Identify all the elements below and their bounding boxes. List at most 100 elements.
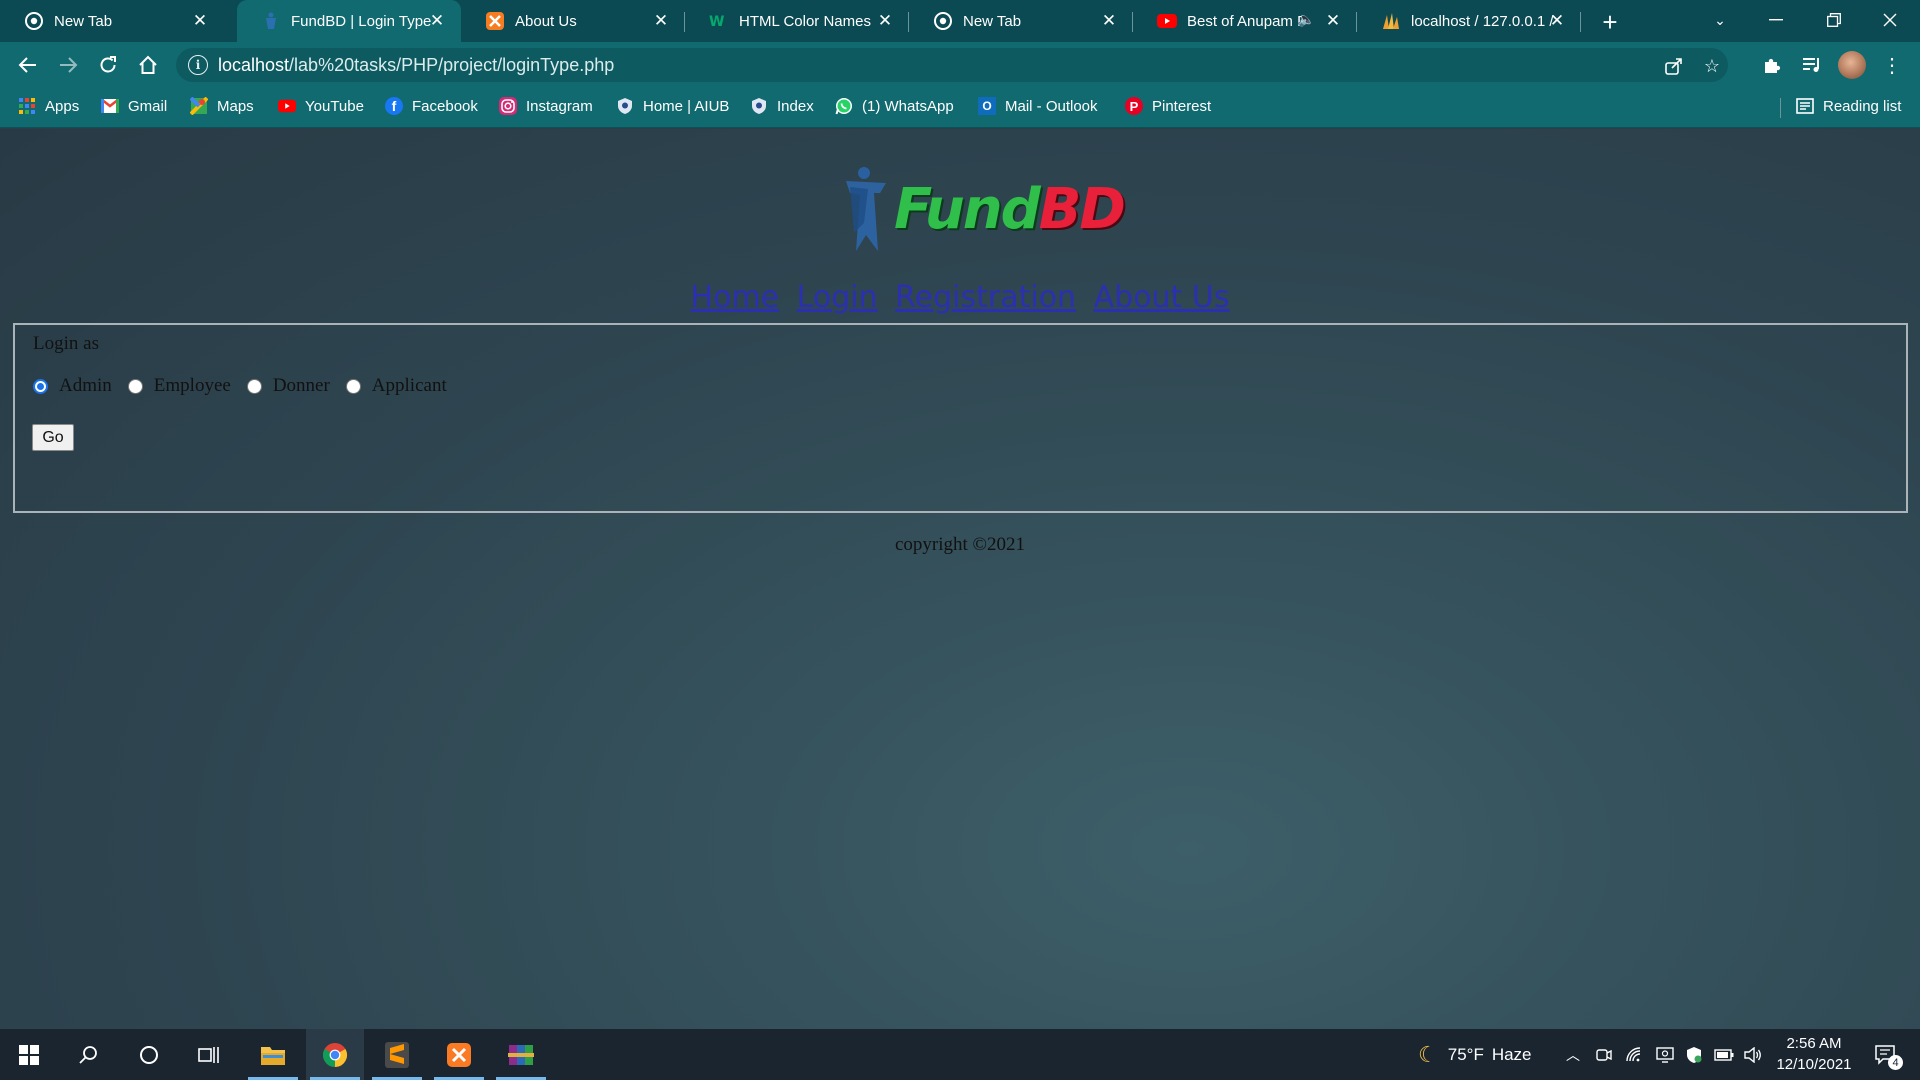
nav-link-login[interactable]: Login xyxy=(797,280,878,315)
login-role-options: Admin Employee Donner Applicant xyxy=(33,375,463,397)
page-viewport: FundBD Home Login Registration About Us … xyxy=(0,129,1920,1029)
tab-new-tab-1[interactable]: New Tab ✕ xyxy=(0,0,224,42)
address-url[interactable]: localhost/lab%20tasks/PHP/project/loginT… xyxy=(218,55,614,76)
display-settings-icon[interactable] xyxy=(1656,1029,1674,1080)
bookmark-facebook[interactable]: f Facebook xyxy=(385,88,478,124)
extensions-puzzle-icon[interactable] xyxy=(1758,51,1786,79)
weather-temp: 75°F xyxy=(1447,1044,1484,1064)
tab-title: localhost / 127.0.0.1 / xyxy=(1411,12,1554,30)
radio-employee[interactable] xyxy=(127,378,143,394)
chrome-taskbar-icon[interactable] xyxy=(306,1029,364,1080)
close-tab-icon[interactable]: ✕ xyxy=(651,11,671,31)
bookmarks-bar: Apps Gmail Maps YouTube f Facebook Insta… xyxy=(0,88,1920,128)
search-icon[interactable] xyxy=(60,1029,118,1080)
weather-condition: Haze xyxy=(1491,1044,1532,1064)
reading-list-label: Reading list xyxy=(1823,97,1902,115)
bookmark-pinterest[interactable]: P Pinterest xyxy=(1125,88,1211,124)
wifi-icon[interactable] xyxy=(1626,1029,1644,1080)
kebab-menu-icon[interactable]: ⋮ xyxy=(1878,51,1906,79)
windows-taskbar: ☾ 75°F Haze ︿ 2:56 AM 12/10/2021 4 xyxy=(0,1029,1920,1080)
bookmark-index[interactable]: Index xyxy=(750,88,814,124)
volume-icon[interactable] xyxy=(1744,1029,1762,1080)
new-tab-button[interactable]: + xyxy=(1596,7,1624,37)
tab-separator xyxy=(1580,12,1581,32)
reading-list-icon xyxy=(1796,97,1814,115)
windows-start-icon[interactable] xyxy=(0,1029,58,1080)
task-view-icon[interactable] xyxy=(180,1029,238,1080)
radio-label-donner[interactable]: Donner xyxy=(273,375,330,397)
sublime-text-icon[interactable] xyxy=(368,1029,426,1080)
radio-applicant[interactable] xyxy=(345,378,361,394)
xampp-taskbar-icon[interactable] xyxy=(430,1029,488,1080)
bookmark-label: Index xyxy=(777,97,814,115)
outlook-icon: O xyxy=(978,97,996,115)
nav-link-home[interactable]: Home xyxy=(691,280,780,315)
instagram-icon xyxy=(499,97,517,115)
close-tab-icon[interactable]: ✕ xyxy=(1547,11,1567,31)
back-arrow-icon[interactable] xyxy=(14,51,42,79)
forward-arrow-icon[interactable] xyxy=(54,51,82,79)
tab-new-tab-2[interactable]: New Tab ✕ xyxy=(909,0,1133,42)
svg-text:W: W xyxy=(709,14,724,29)
site-info-icon[interactable]: i xyxy=(188,55,208,75)
cortana-icon[interactable] xyxy=(120,1029,178,1080)
nav-link-registration[interactable]: Registration xyxy=(895,280,1076,315)
battery-icon[interactable] xyxy=(1714,1029,1734,1080)
main-navigation: Home Login Registration About Us xyxy=(0,280,1920,315)
bookmark-maps[interactable]: Maps xyxy=(190,88,254,124)
close-tab-icon[interactable]: ✕ xyxy=(427,11,447,31)
nav-link-about-us[interactable]: About Us xyxy=(1094,280,1230,315)
radio-label-admin[interactable]: Admin xyxy=(59,375,112,397)
aiub-icon xyxy=(750,97,768,115)
restore-button[interactable] xyxy=(1806,0,1862,40)
media-playlist-icon[interactable] xyxy=(1798,51,1826,79)
bookmark-gmail[interactable]: Gmail xyxy=(101,88,167,124)
close-tab-icon[interactable]: ✕ xyxy=(875,11,895,31)
bookmarks-separator xyxy=(1780,98,1781,118)
close-tab-icon[interactable]: ✕ xyxy=(1099,11,1119,31)
system-clock[interactable]: 2:56 AM 12/10/2021 xyxy=(1766,1033,1862,1075)
url-host: localhost xyxy=(218,55,290,75)
bookmark-instagram[interactable]: Instagram xyxy=(499,88,593,124)
reading-list-button[interactable]: Reading list xyxy=(1796,88,1901,124)
tab-html-color-names[interactable]: W HTML Color Names ✕ xyxy=(685,0,909,42)
close-tab-icon[interactable]: ✕ xyxy=(1323,11,1343,31)
radio-label-applicant[interactable]: Applicant xyxy=(372,375,447,397)
share-icon[interactable] xyxy=(1662,54,1686,78)
radio-donner[interactable] xyxy=(246,378,262,394)
tab-best-of-anupam[interactable]: Best of Anupam F 🔈 ✕ xyxy=(1133,0,1357,42)
tab-phpmyadmin[interactable]: localhost / 127.0.0.1 / ✕ xyxy=(1357,0,1581,42)
meet-now-icon[interactable] xyxy=(1596,1029,1612,1080)
go-button[interactable]: Go xyxy=(32,424,74,451)
logo-word-bd: BD xyxy=(1038,177,1126,242)
reload-icon[interactable] xyxy=(94,51,122,79)
bookmark-star-icon[interactable]: ☆ xyxy=(1700,54,1724,78)
tab-fundbd-login[interactable]: FundBD | Login Type ✕ xyxy=(237,0,461,42)
bookmark-apps[interactable]: Apps xyxy=(18,88,79,124)
minimize-button[interactable] xyxy=(1748,0,1804,40)
winrar-icon[interactable] xyxy=(492,1029,550,1080)
close-window-button[interactable] xyxy=(1862,0,1918,40)
bookmark-whatsapp[interactable]: (1) WhatsApp xyxy=(835,88,954,124)
radio-admin[interactable] xyxy=(33,378,48,394)
windows-security-shield-icon[interactable] xyxy=(1686,1029,1702,1080)
bookmark-label: Maps xyxy=(217,97,254,115)
profile-avatar[interactable] xyxy=(1838,51,1866,79)
youtube-icon xyxy=(1157,11,1177,31)
radio-label-employee[interactable]: Employee xyxy=(154,375,231,397)
tab-about-us[interactable]: About Us ✕ xyxy=(461,0,685,42)
weather-widget[interactable]: ☾ 75°F Haze xyxy=(1418,1029,1532,1080)
bookmark-mail-outlook[interactable]: O Mail - Outlook xyxy=(978,88,1098,124)
file-explorer-icon[interactable] xyxy=(244,1029,302,1080)
close-tab-icon[interactable]: ✕ xyxy=(190,11,210,31)
bookmark-home-aiub[interactable]: Home | AIUB xyxy=(616,88,729,124)
speaker-icon[interactable]: 🔈 xyxy=(1298,11,1315,28)
show-hidden-icons-chevron-up-icon[interactable]: ︿ xyxy=(1566,1029,1580,1080)
bookmark-youtube[interactable]: YouTube xyxy=(278,88,364,124)
fundbd-favicon xyxy=(261,11,281,31)
notification-center-icon[interactable]: 4 xyxy=(1868,1029,1904,1080)
tab-search-chevron-down-icon[interactable]: ⌄ xyxy=(1692,0,1748,40)
address-bar[interactable]: i localhost/lab%20tasks/PHP/project/logi… xyxy=(176,48,1728,82)
w3schools-icon: W xyxy=(709,11,729,31)
home-icon[interactable] xyxy=(134,51,162,79)
